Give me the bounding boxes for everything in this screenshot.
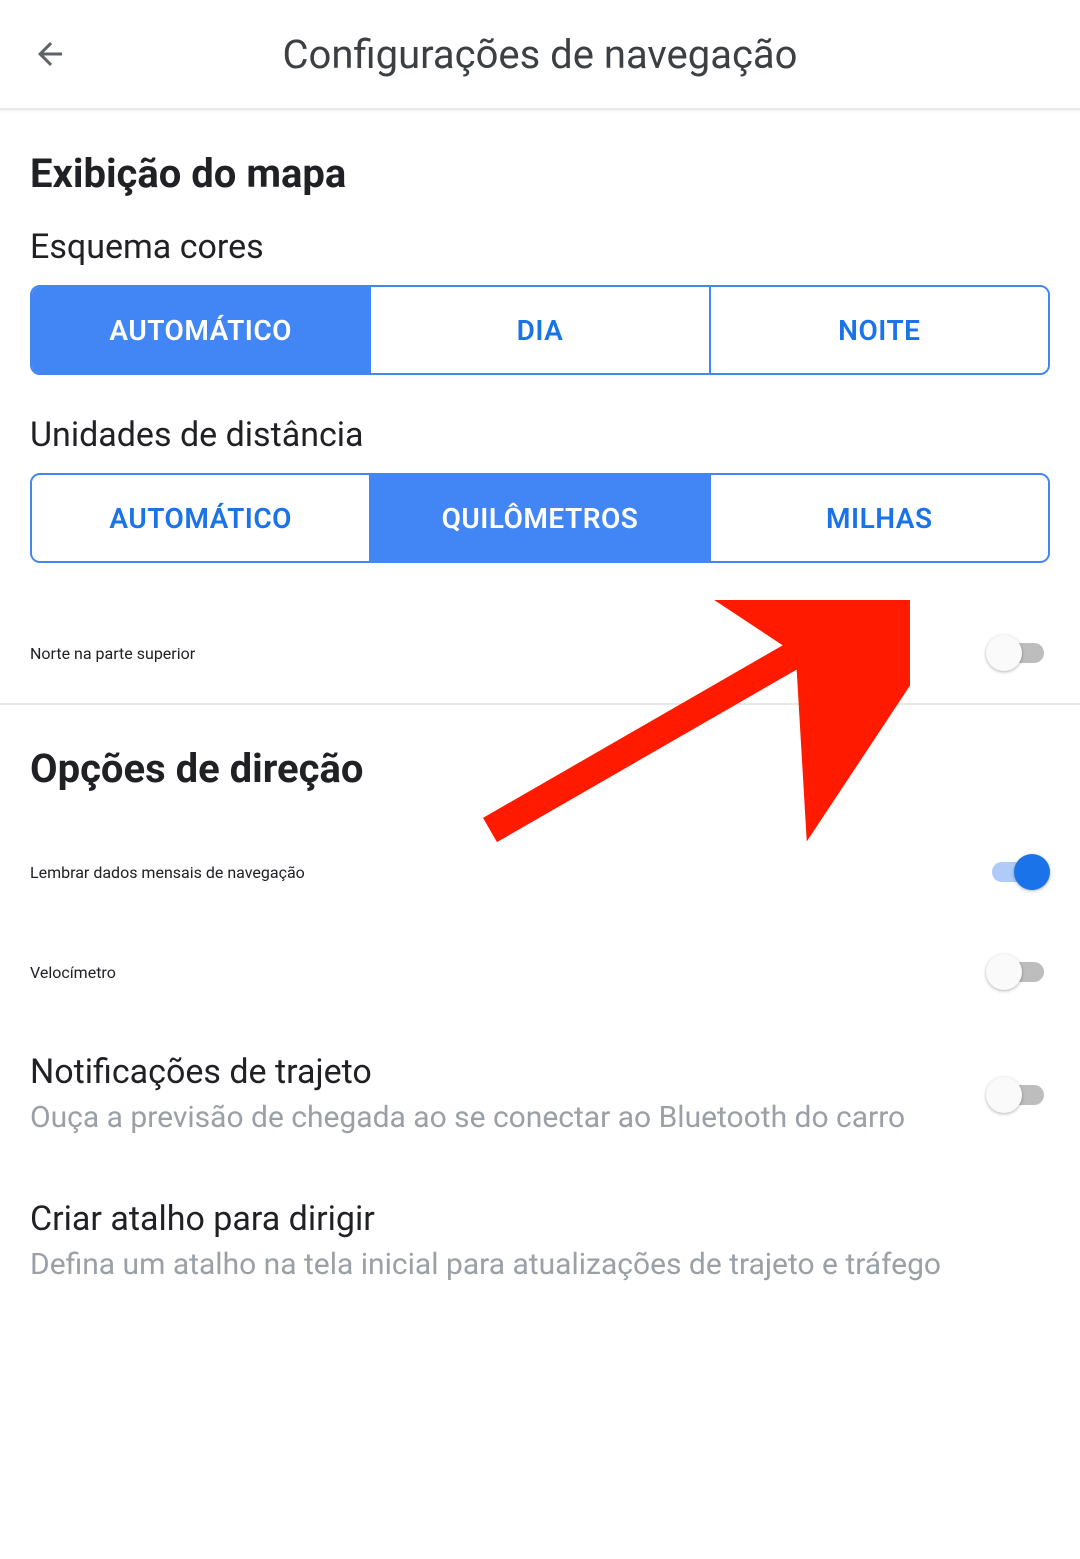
remember-monthly-toggle[interactable] [986,852,1050,892]
north-up-toggle[interactable] [986,633,1050,673]
color-scheme-option-night[interactable]: NOITE [709,287,1048,373]
color-scheme-option-auto[interactable]: AUTOMÁTICO [32,287,369,373]
speedometer-row: Velocímetro [30,922,1050,1022]
section-title-driving: Opções de direção [30,705,1050,822]
app-bar: Configurações de navegação [0,0,1080,110]
north-up-label: Norte na parte superior [30,644,986,663]
distance-units-label: Unidades de distância [30,415,1050,473]
color-scheme-label: Esquema cores [30,227,1050,285]
trip-notifications-row: Notificações de trajeto Ouça a previsão … [30,1022,1050,1169]
back-button[interactable] [30,34,70,74]
distance-units-group: AUTOMÁTICO QUILÔMETROS MILHAS [30,473,1050,563]
driving-shortcut-row[interactable]: Criar atalho para dirigir Defina um atal… [30,1169,1050,1316]
remember-monthly-label: Lembrar dados mensais de navegação [30,863,986,882]
distance-units-option-miles[interactable]: MILHAS [709,475,1048,561]
remember-monthly-row: Lembrar dados mensais de navegação [30,822,1050,922]
section-title-map: Exibição do mapa [30,110,1050,227]
speedometer-toggle[interactable] [986,952,1050,992]
color-scheme-group: AUTOMÁTICO DIA NOITE [30,285,1050,375]
speedometer-label: Velocímetro [30,963,986,982]
arrow-left-icon [32,36,68,72]
content: Exibição do mapa Esquema cores AUTOMÁTIC… [0,110,1080,1315]
trip-notifications-sub: Ouça a previsão de chegada ao se conecta… [30,1092,956,1139]
toggle-knob [986,635,1022,671]
trip-notifications-toggle[interactable] [986,1075,1050,1115]
toggle-knob [1014,854,1050,890]
trip-notifications-label: Notificações de trajeto [30,1052,956,1092]
north-up-row: Norte na parte superior [30,603,1050,703]
driving-shortcut-label: Criar atalho para dirigir [30,1199,1020,1239]
driving-shortcut-sub: Defina um atalho na tela inicial para at… [30,1239,1020,1286]
toggle-knob [986,954,1022,990]
page-title: Configurações de navegação [283,31,798,78]
color-scheme-option-day[interactable]: DIA [369,287,708,373]
toggle-knob [986,1077,1022,1113]
distance-units-option-km[interactable]: QUILÔMETROS [369,475,708,561]
distance-units-option-auto[interactable]: AUTOMÁTICO [32,475,369,561]
